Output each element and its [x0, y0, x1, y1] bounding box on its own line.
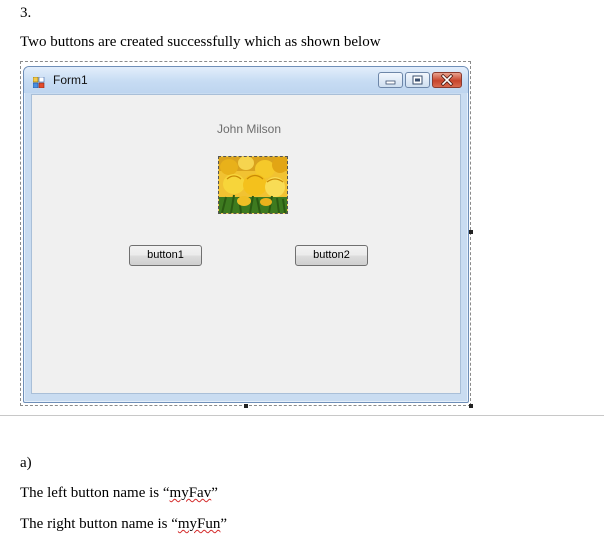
close-button[interactable] — [432, 72, 462, 88]
resize-handle-bottom[interactable] — [244, 404, 248, 408]
right-button-sentence: The right button name is “myFun” — [20, 515, 227, 533]
left-button-name: myFav — [169, 485, 212, 501]
part-label: a) — [20, 455, 32, 471]
button2[interactable]: button2 — [295, 245, 368, 266]
left-button-suffix: ” — [211, 485, 218, 501]
form-client-area: John Milson button1 button2 — [31, 94, 461, 394]
left-button-sentence: The left button name is “myFav” — [20, 484, 218, 502]
page-divider — [0, 415, 604, 416]
left-button-prefix: The left button name is “ — [20, 485, 170, 501]
title-bar[interactable]: Form1 — [24, 67, 468, 93]
right-button-suffix: ” — [220, 516, 228, 532]
caption-buttons — [378, 72, 462, 88]
minimize-button[interactable] — [378, 72, 403, 88]
close-icon — [440, 73, 454, 87]
window-title: Form1 — [53, 73, 88, 87]
button1[interactable]: button1 — [129, 245, 202, 266]
intro-paragraph: Two buttons are created successfully whi… — [20, 34, 381, 50]
maximize-icon — [412, 75, 423, 85]
resize-handle-corner[interactable] — [469, 404, 473, 408]
name-label: John Milson — [217, 122, 282, 136]
step-number: 3. — [20, 5, 32, 21]
maximize-button[interactable] — [405, 72, 430, 88]
form-app-icon — [32, 75, 45, 89]
right-button-name: myFun — [177, 516, 221, 532]
form-window: Form1 John Milson button1 button2 — [23, 66, 469, 403]
right-button-prefix: The right button name is “ — [20, 516, 178, 532]
tulips-picture-box[interactable] — [218, 156, 288, 214]
tulips-image — [219, 157, 287, 213]
resize-handle-right[interactable] — [469, 230, 473, 234]
minimize-icon — [385, 80, 396, 85]
